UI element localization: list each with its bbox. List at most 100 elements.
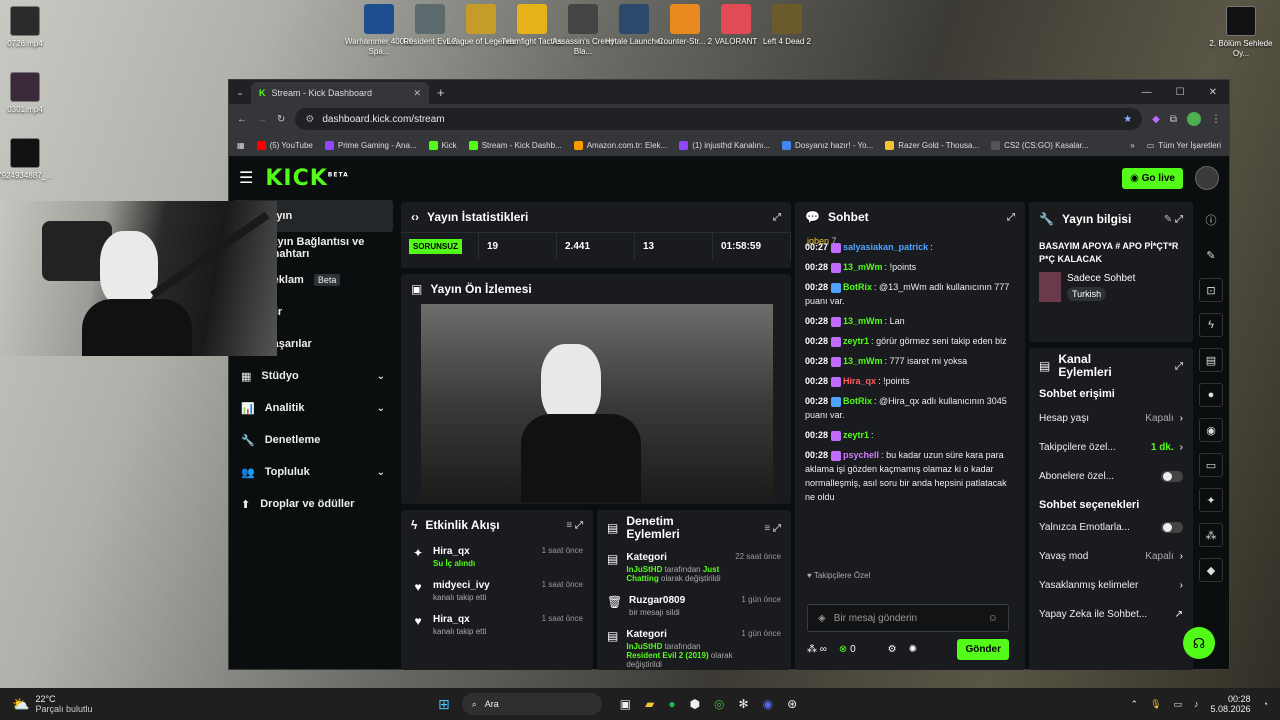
chat-bubble-icon[interactable]: ● — [1199, 383, 1223, 407]
network-icon[interactable]: ▭ — [1174, 699, 1183, 710]
bookmark-star-icon[interactable]: ★ — [1123, 114, 1132, 125]
points-icon[interactable]: ⁂ ∞ — [807, 644, 827, 655]
desktop-file-icon[interactable]: 7924934887_... — [0, 138, 62, 181]
task-view-icon[interactable]: ▣ — [620, 697, 631, 711]
clock[interactable]: 00:28 5.08.2026 — [1211, 694, 1251, 714]
moderation-item[interactable]: ▤ Kategori InJuStHD tarafından Just Chatti… — [597, 546, 791, 589]
chevron-down-icon[interactable]: ⌄ — [377, 371, 385, 382]
chat-message[interactable]: 00:28 zeytr1: görür görmez seni takip ede… — [805, 334, 1015, 348]
chat-message[interactable]: 00:28 BotRix: @13_mWm adlı kullanıcının 7… — [805, 280, 1015, 308]
edit-pencil-icon[interactable]: ✎ — [1199, 243, 1223, 267]
all-bookmarks-folder[interactable]: ▭ Tüm Yer İşaretleri — [1147, 141, 1221, 150]
popout-icon[interactable]: ⤢ — [1175, 360, 1183, 373]
chrome-icon[interactable]: ◎ — [714, 697, 724, 711]
sidebar-item-8[interactable]: 👥 Topluluk ⌄ — [229, 456, 397, 488]
address-bar[interactable]: ⚙ dashboard.kick.com/stream ★ — [295, 108, 1143, 130]
extensions-puzzle-icon[interactable]: ⧉ — [1170, 114, 1177, 125]
tag-icon[interactable]: ◆ — [1199, 558, 1223, 582]
activity-item[interactable]: ♥ midyeci_ivy kanalı takip etti 1 saat önce — [401, 574, 593, 608]
chat-message[interactable]: 00:28 zeytr1: — [805, 428, 1015, 442]
file-explorer-icon[interactable]: ▰ — [645, 697, 654, 711]
chat-message[interactable]: 00:28 13_mWm: Lan — [805, 314, 1015, 328]
desktop-file-icon[interactable]: 0726.mp4 — [0, 6, 62, 49]
bookmark-item[interactable]: Razer Gold - Thousa... — [885, 140, 979, 150]
channel-action-row[interactable]: Yalnızca Emotlarla... — [1029, 513, 1193, 542]
bookmarks-overflow-icon[interactable]: » — [1130, 141, 1134, 150]
minimize-icon[interactable]: — — [1142, 87, 1152, 98]
stream-preview-video[interactable] — [421, 304, 773, 502]
site-info-icon[interactable]: ⚙ — [305, 114, 314, 125]
desktop-file-icon[interactable]: 2. Bölüm Sehlede Oy... — [1204, 6, 1278, 59]
apps-grid-icon[interactable]: ▦ — [237, 141, 245, 150]
broadcast-icon[interactable]: ◉ — [1199, 418, 1223, 442]
popout-icon[interactable]: ⤢ — [773, 212, 781, 223]
microphone-icon[interactable]: 🎙 — [1150, 699, 1161, 710]
extension-icon[interactable]: ◆ — [1152, 114, 1160, 125]
chat-messages[interactable]: 00:27 salyasiakan_patrick: 00:28 13_mWm: !… — [805, 240, 1015, 584]
channel-action-row[interactable]: Hesap yaşı Kapalı › — [1029, 404, 1193, 433]
channel-action-row[interactable]: Takipçilere özel... 1 dk. › — [1029, 433, 1193, 462]
profile-icon[interactable] — [1187, 112, 1201, 126]
sidebar-item-9[interactable]: ⬆ Droplar ve ödüller — [229, 488, 397, 520]
moderation-item[interactable]: 🗑 Ruzgar0809 bir mesajı sildi 1 gün önce — [597, 589, 791, 623]
discord-icon[interactable]: ◉ — [763, 697, 773, 711]
chat-message[interactable]: 00:28 BotRix: @Hira_qx adlı kullanıcının … — [805, 394, 1015, 422]
reload-icon[interactable]: ↻ — [277, 114, 285, 125]
sidebar-item-6[interactable]: 📊 Analitik ⌄ — [229, 392, 397, 424]
maximize-icon[interactable]: ☐ — [1176, 87, 1185, 98]
close-window-icon[interactable]: ✕ — [1209, 87, 1217, 98]
obs-icon[interactable]: ⊛ — [787, 697, 797, 711]
go-live-button[interactable]: ◉ Go live — [1122, 167, 1183, 189]
weather-widget[interactable]: ⛅ 22°C Parçalı bulutlu — [0, 694, 200, 714]
user-avatar[interactable] — [1195, 166, 1219, 190]
sidebar-item-5[interactable]: ▦ Stüdyo ⌄ — [229, 360, 397, 392]
chat-settings-icon[interactable]: ⚙ — [888, 644, 897, 655]
toggle-switch[interactable] — [1161, 471, 1183, 482]
chat-message[interactable]: 00:27 salyasiakan_patrick: — [805, 240, 1015, 254]
screen-icon[interactable]: ⊡ — [1199, 278, 1223, 302]
close-tab-icon[interactable]: ✕ — [413, 88, 421, 99]
chat-message[interactable]: 00:28 psychell: bu kadar uzun süre kara p… — [805, 448, 1015, 504]
support-headset-icon[interactable]: ☊ — [1183, 627, 1215, 659]
chevron-down-icon[interactable]: ⌄ — [377, 403, 385, 414]
desktop-game-shortcut[interactable]: Left 4 Dead 2 — [752, 4, 822, 47]
kick-logo[interactable]: KICKBETA — [265, 166, 348, 191]
hamburger-menu-icon[interactable]: ☰ — [239, 168, 253, 188]
chat-message[interactable]: 00:28 Hira_qx: !points — [805, 374, 1015, 388]
settings-icon[interactable]: ✻ — [739, 697, 749, 711]
bookmark-item[interactable]: Prime Gaming - Ana... — [324, 140, 417, 150]
tray-overflow-icon[interactable]: ⌃ — [1131, 699, 1139, 710]
popout-icon[interactable]: ⤢ — [1175, 214, 1183, 225]
popout-icon[interactable]: ⤢ — [773, 523, 781, 534]
toggle-switch[interactable] — [1161, 522, 1183, 533]
chat-message[interactable]: 00:28 13_mWm: 777 isaret mi yoksa — [805, 354, 1015, 368]
share-icon[interactable]: ⁂ — [1199, 523, 1223, 547]
bookmark-item[interactable]: CS2 (CS:GO) Kasalar... — [991, 140, 1089, 150]
filter-icon[interactable]: ≡ — [566, 520, 572, 531]
bookmark-item[interactable]: (5) YouTube — [256, 140, 313, 150]
sidebar-item-7[interactable]: 🔧 Denetleme — [229, 424, 397, 456]
taskbar-search[interactable]: ⌕ Ara — [461, 693, 602, 715]
kick-coin-icon[interactable]: ⊗ 0 — [839, 644, 856, 655]
channel-action-row[interactable]: Yavaş mod Kapalı › — [1029, 542, 1193, 571]
bookmark-item[interactable]: Dosyanız hazır! - Yo... — [782, 140, 873, 150]
channel-action-row[interactable]: Yapay Zeka ile Sohbet... ↗ — [1029, 600, 1193, 629]
chat-input[interactable]: ◈ Bir mesaj gönderin ☺ — [807, 604, 1009, 632]
info-icon[interactable]: ⓘ — [1199, 208, 1223, 232]
badge-settings-icon[interactable]: ✺ — [909, 644, 917, 655]
lightning-icon[interactable]: ϟ — [1199, 313, 1223, 337]
new-tab-icon[interactable]: + — [437, 85, 445, 100]
notes-icon[interactable]: ▤ — [1199, 348, 1223, 372]
browser-tab[interactable]: K Stream - Kick Dashboard ✕ — [251, 82, 429, 104]
popout-icon[interactable]: ⤢ — [575, 520, 583, 531]
activity-item[interactable]: ✦ Hira_qx Su İç alındı 1 saat önce — [401, 540, 593, 574]
edit-pencil-icon[interactable]: ✎ — [1164, 214, 1172, 225]
back-icon[interactable]: ← — [237, 114, 247, 125]
menu-kebab-icon[interactable]: ⋮ — [1211, 114, 1221, 125]
layout-icon[interactable]: ▭ — [1199, 453, 1223, 477]
popout-icon[interactable]: ⤢ — [1007, 212, 1015, 223]
bookmark-item[interactable]: Amazon.com.tr: Elek... — [573, 140, 667, 150]
send-button[interactable]: Gönder — [957, 638, 1009, 660]
activity-item[interactable]: ♥ Hira_qx kanalı takip etti 1 saat önce — [401, 608, 593, 642]
chat-message[interactable]: 00:28 13_mWm: !points — [805, 260, 1015, 274]
